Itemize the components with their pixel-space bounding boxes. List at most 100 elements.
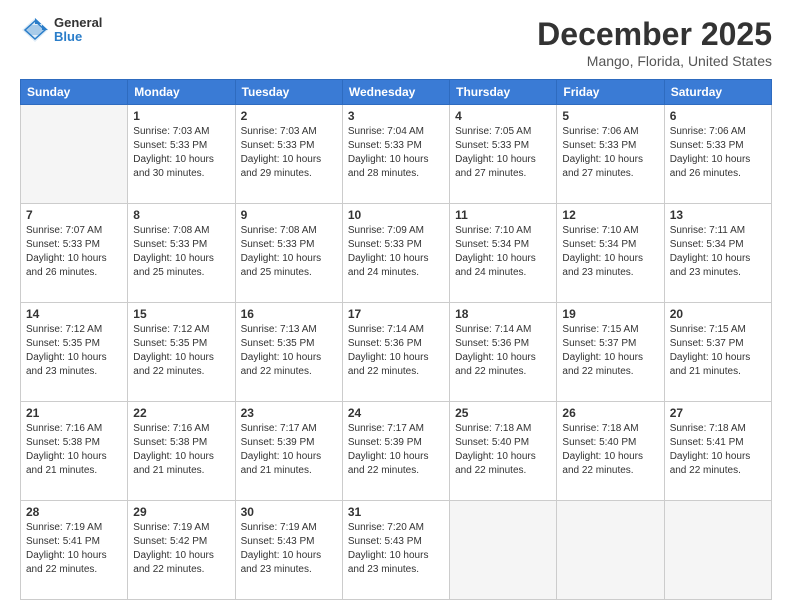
day-info: Sunrise: 7:12 AM Sunset: 5:35 PM Dayligh… — [133, 323, 229, 379]
day-number: 18 — [455, 307, 551, 321]
day-number: 13 — [670, 208, 766, 222]
day-number: 9 — [241, 208, 337, 222]
day-info: Sunrise: 7:14 AM Sunset: 5:36 PM Dayligh… — [455, 323, 551, 379]
day-info: Sunrise: 7:08 AM Sunset: 5:33 PM Dayligh… — [133, 224, 229, 280]
day-number: 23 — [241, 406, 337, 420]
day-info: Sunrise: 7:19 AM Sunset: 5:42 PM Dayligh… — [133, 521, 229, 577]
day-number: 31 — [348, 505, 444, 519]
day-info: Sunrise: 7:18 AM Sunset: 5:40 PM Dayligh… — [562, 422, 658, 478]
table-row: 2 Sunrise: 7:03 AM Sunset: 5:33 PM Daylig… — [235, 105, 342, 204]
table-row: 13 Sunrise: 7:11 AM Sunset: 5:34 PM Dayli… — [664, 204, 771, 303]
day-number: 25 — [455, 406, 551, 420]
day-info: Sunrise: 7:14 AM Sunset: 5:36 PM Dayligh… — [348, 323, 444, 379]
calendar-week-row: 1 Sunrise: 7:03 AM Sunset: 5:33 PM Daylig… — [21, 105, 772, 204]
day-info: Sunrise: 7:03 AM Sunset: 5:33 PM Dayligh… — [241, 125, 337, 181]
table-row — [450, 501, 557, 600]
table-row: 19 Sunrise: 7:15 AM Sunset: 5:37 PM Dayli… — [557, 303, 664, 402]
day-info: Sunrise: 7:19 AM Sunset: 5:43 PM Dayligh… — [241, 521, 337, 577]
day-number: 1 — [133, 109, 229, 123]
day-number: 21 — [26, 406, 122, 420]
table-row: 21Sunrise: 7:16 AM Sunset: 5:38 PM Dayli… — [21, 402, 128, 501]
logo-general: General — [54, 16, 102, 30]
day-number: 12 — [562, 208, 658, 222]
day-info: Sunrise: 7:12 AM Sunset: 5:35 PM Dayligh… — [26, 323, 122, 379]
calendar-week-row: 28 Sunrise: 7:19 AM Sunset: 5:41 PM Dayli… — [21, 501, 772, 600]
day-number: 22 — [133, 406, 229, 420]
logo: General Blue — [20, 16, 102, 45]
col-thursday: Thursday — [450, 80, 557, 105]
day-info: Sunrise: 7:08 AM Sunset: 5:33 PM Dayligh… — [241, 224, 337, 280]
table-row: 20 Sunrise: 7:15 AM Sunset: 5:37 PM Dayli… — [664, 303, 771, 402]
day-number: 20 — [670, 307, 766, 321]
calendar-week-row: 14 Sunrise: 7:12 AM Sunset: 5:35 PM Dayli… — [21, 303, 772, 402]
logo-blue: Blue — [54, 30, 102, 44]
day-number: 14 — [26, 307, 122, 321]
page: General Blue December 2025 Mango, Florid… — [0, 0, 792, 612]
day-info: Sunrise: 7:17 AM Sunset: 5:39 PM Dayligh… — [241, 422, 337, 478]
day-info: Sunrise: 7:10 AM Sunset: 5:34 PM Dayligh… — [562, 224, 658, 280]
calendar-table: Sunday Monday Tuesday Wednesday Thursday… — [20, 79, 772, 600]
table-row: 23 Sunrise: 7:17 AM Sunset: 5:39 PM Dayli… — [235, 402, 342, 501]
day-info: Sunrise: 7:17 AM Sunset: 5:39 PM Dayligh… — [348, 422, 444, 478]
day-number: 30 — [241, 505, 337, 519]
day-info: Sunrise: 7:20 AM Sunset: 5:43 PM Dayligh… — [348, 521, 444, 577]
day-info: Sunrise: 7:15 AM Sunset: 5:37 PM Dayligh… — [670, 323, 766, 379]
day-info: Sunrise: 7:03 AM Sunset: 5:33 PM Dayligh… — [133, 125, 229, 181]
day-number: 10 — [348, 208, 444, 222]
table-row: 10Sunrise: 7:09 AM Sunset: 5:33 PM Dayli… — [342, 204, 449, 303]
day-info: Sunrise: 7:13 AM Sunset: 5:35 PM Dayligh… — [241, 323, 337, 379]
day-number: 4 — [455, 109, 551, 123]
col-friday: Friday — [557, 80, 664, 105]
table-row: 29 Sunrise: 7:19 AM Sunset: 5:42 PM Dayli… — [128, 501, 235, 600]
day-number: 19 — [562, 307, 658, 321]
table-row — [21, 105, 128, 204]
table-row: 15Sunrise: 7:12 AM Sunset: 5:35 PM Dayli… — [128, 303, 235, 402]
table-row: 24Sunrise: 7:17 AM Sunset: 5:39 PM Dayli… — [342, 402, 449, 501]
table-row — [557, 501, 664, 600]
table-row: 31 Sunrise: 7:20 AM Sunset: 5:43 PM Dayli… — [342, 501, 449, 600]
col-sunday: Sunday — [21, 80, 128, 105]
day-number: 17 — [348, 307, 444, 321]
day-info: Sunrise: 7:11 AM Sunset: 5:34 PM Dayligh… — [670, 224, 766, 280]
table-row: 3Sunrise: 7:04 AM Sunset: 5:33 PM Daylig… — [342, 105, 449, 204]
day-number: 3 — [348, 109, 444, 123]
table-row: 17 Sunrise: 7:14 AM Sunset: 5:36 PM Dayli… — [342, 303, 449, 402]
day-number: 5 — [562, 109, 658, 123]
day-number: 2 — [241, 109, 337, 123]
calendar-week-row: 7Sunrise: 7:07 AM Sunset: 5:33 PM Daylig… — [21, 204, 772, 303]
day-number: 27 — [670, 406, 766, 420]
col-saturday: Saturday — [664, 80, 771, 105]
table-row — [664, 501, 771, 600]
col-monday: Monday — [128, 80, 235, 105]
table-row: 12 Sunrise: 7:10 AM Sunset: 5:34 PM Dayli… — [557, 204, 664, 303]
logo-text: General Blue — [54, 16, 102, 45]
day-number: 29 — [133, 505, 229, 519]
day-info: Sunrise: 7:10 AM Sunset: 5:34 PM Dayligh… — [455, 224, 551, 280]
table-row: 25Sunrise: 7:18 AM Sunset: 5:40 PM Dayli… — [450, 402, 557, 501]
table-row: 6Sunrise: 7:06 AM Sunset: 5:33 PM Daylig… — [664, 105, 771, 204]
table-row: 9 Sunrise: 7:08 AM Sunset: 5:33 PM Daylig… — [235, 204, 342, 303]
calendar-week-row: 21 Sunrise: 7:16 AM Sunset: 5:38 PM Dayli… — [21, 402, 772, 501]
day-info: Sunrise: 7:16 AM Sunset: 5:38 PM Dayligh… — [133, 422, 229, 478]
title-block: December 2025 Mango, Florida, United Sta… — [537, 16, 772, 69]
table-row: 30 Sunrise: 7:19 AM Sunset: 5:43 PM Dayli… — [235, 501, 342, 600]
day-info: Sunrise: 7:18 AM Sunset: 5:41 PM Dayligh… — [670, 422, 766, 478]
day-info: Sunrise: 7:19 AM Sunset: 5:41 PM Dayligh… — [26, 521, 122, 577]
col-tuesday: Tuesday — [235, 80, 342, 105]
day-number: 16 — [241, 307, 337, 321]
calendar-subtitle: Mango, Florida, United States — [537, 53, 772, 69]
table-row: 22 Sunrise: 7:16 AM Sunset: 5:38 PM Dayli… — [128, 402, 235, 501]
day-info: Sunrise: 7:15 AM Sunset: 5:37 PM Dayligh… — [562, 323, 658, 379]
table-row: 4Sunrise: 7:05 AM Sunset: 5:33 PM Daylig… — [450, 105, 557, 204]
table-row: 28 Sunrise: 7:19 AM Sunset: 5:41 PM Dayli… — [21, 501, 128, 600]
calendar-header-row: Sunday Monday Tuesday Wednesday Thursday… — [21, 80, 772, 105]
col-wednesday: Wednesday — [342, 80, 449, 105]
day-info: Sunrise: 7:07 AM Sunset: 5:33 PM Dayligh… — [26, 224, 122, 280]
day-number: 11 — [455, 208, 551, 222]
day-number: 6 — [670, 109, 766, 123]
day-number: 8 — [133, 208, 229, 222]
table-row: 18 Sunrise: 7:14 AM Sunset: 5:36 PM Dayli… — [450, 303, 557, 402]
table-row: 5Sunrise: 7:06 AM Sunset: 5:33 PM Daylig… — [557, 105, 664, 204]
day-number: 26 — [562, 406, 658, 420]
day-number: 28 — [26, 505, 122, 519]
